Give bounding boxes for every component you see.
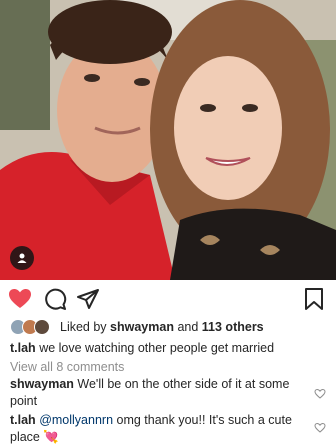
user-tag-icon[interactable] bbox=[10, 246, 34, 270]
caption: t.lah we love watching other people get … bbox=[10, 340, 310, 357]
likes-user[interactable]: shwayman bbox=[110, 320, 174, 334]
comment-username[interactable]: t.lah bbox=[10, 413, 36, 427]
photo-illustration bbox=[0, 0, 336, 280]
likes-connector: and bbox=[177, 320, 199, 334]
action-bar bbox=[0, 285, 336, 311]
caption-username[interactable]: t.lah bbox=[10, 341, 36, 355]
likes-others[interactable]: 113 others bbox=[202, 320, 264, 334]
share-icon[interactable] bbox=[76, 287, 100, 311]
likes-row[interactable]: Liked by shwayman and 113 others bbox=[10, 318, 264, 336]
comment-mention[interactable]: @mollyannrn bbox=[39, 413, 113, 427]
comment: t.lah @mollyannrn omg thank you!! It's s… bbox=[10, 412, 310, 446]
comment-username[interactable]: shwayman bbox=[10, 377, 74, 391]
likes-prefix: Liked by bbox=[60, 320, 107, 334]
avatar bbox=[34, 319, 50, 335]
liker-avatars bbox=[10, 319, 54, 335]
comment-icon[interactable] bbox=[43, 287, 67, 311]
comment-like-heart-icon[interactable] bbox=[314, 422, 326, 434]
caption-text: we love watching other people get marrie… bbox=[39, 341, 275, 355]
bookmark-icon[interactable] bbox=[302, 287, 326, 311]
comment-like-heart-icon[interactable] bbox=[314, 388, 326, 400]
post-photo[interactable] bbox=[0, 0, 336, 280]
comment: shwayman We'll be on the other side of i… bbox=[10, 376, 310, 410]
heart-emoji: 💘 bbox=[43, 430, 59, 444]
view-all-comments-link[interactable]: View all 8 comments bbox=[10, 359, 310, 376]
heart-icon[interactable] bbox=[8, 287, 32, 311]
